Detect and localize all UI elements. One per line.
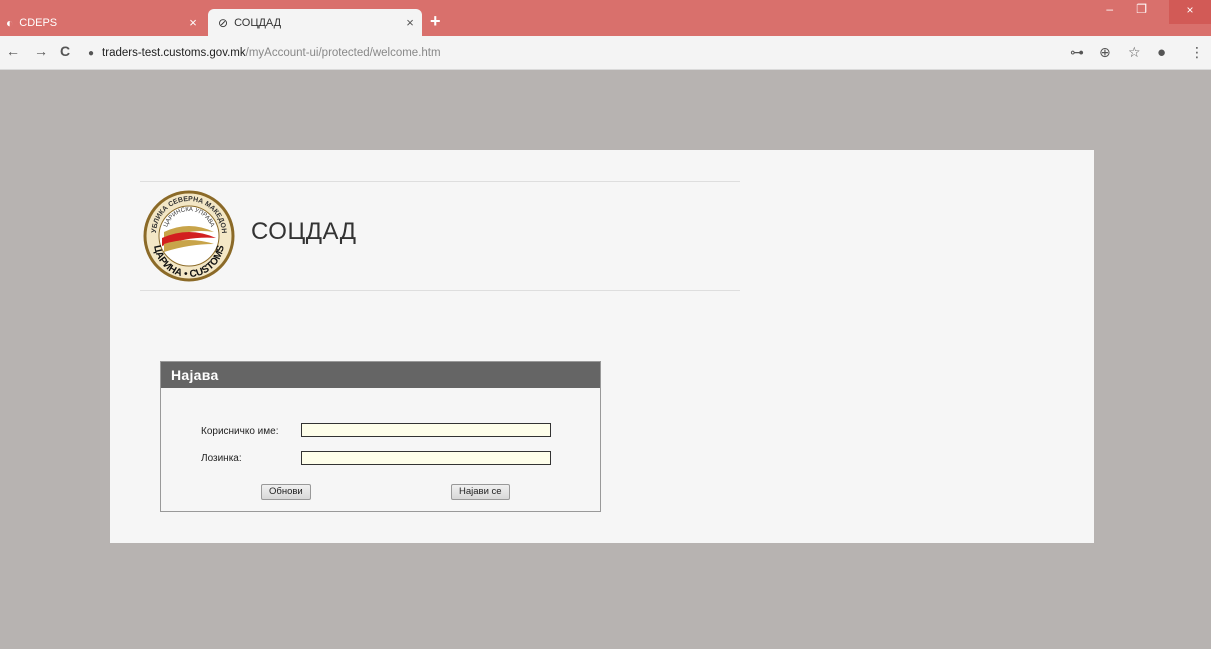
minimize-icon[interactable]: ‒	[1106, 2, 1113, 16]
tab-title: CDEPS	[19, 16, 58, 29]
tab-title: СОЦДАД	[234, 16, 282, 29]
new-tab-button[interactable]: +	[430, 11, 441, 32]
browser-tab-bar: ◐ CDEPS × ⊘ СОЦДАД × + ‒ ❐ ×	[0, 0, 1211, 36]
zoom-icon[interactable]: ⊕	[1099, 44, 1111, 61]
page-title: СОЦДАД	[251, 218, 357, 245]
globe-icon: ◐	[6, 15, 14, 30]
tab-cdeps[interactable]: ◐ CDEPS ×	[0, 9, 205, 36]
window-close-button[interactable]: ×	[1169, 0, 1211, 24]
tab-socdad[interactable]: ⊘ СОЦДАД ×	[208, 9, 422, 36]
main-panel: РЕПУБЛИКА СЕВЕРНА МАКЕДОНИЈА ЦАРИНСКА УП…	[110, 150, 1094, 543]
forward-icon[interactable]: →	[34, 43, 48, 59]
username-field[interactable]	[301, 423, 551, 437]
bookmark-star-icon[interactable]: ☆	[1128, 44, 1141, 61]
login-header: Најава	[161, 362, 600, 388]
reload-icon[interactable]: C	[60, 43, 70, 59]
refresh-button[interactable]: Обнови	[261, 484, 311, 500]
restore-icon[interactable]: ❐	[1136, 2, 1147, 16]
close-tab-icon[interactable]: ×	[398, 15, 422, 30]
login-submit-button[interactable]: Најави се	[451, 484, 510, 500]
key-icon[interactable]: ⊶	[1070, 44, 1084, 61]
lock-icon: ●	[88, 47, 95, 59]
url-path: /myAccount-ui/protected/welcome.htm	[245, 47, 441, 59]
divider	[140, 290, 740, 291]
divider	[140, 181, 740, 182]
customs-logo: РЕПУБЛИКА СЕВЕРНА МАКЕДОНИЈА ЦАРИНСКА УП…	[142, 184, 235, 282]
close-tab-icon[interactable]: ×	[181, 15, 205, 30]
login-form: Најава Корисничко име: Лозинка: Обнови Н…	[160, 361, 601, 512]
profile-icon[interactable]: ●	[1157, 44, 1166, 61]
browser-toolbar: ← → C ● traders-test.customs.gov.mk/myAc…	[0, 36, 1211, 70]
address-bar[interactable]: ● traders-test.customs.gov.mk/myAccount-…	[88, 41, 1068, 65]
username-label: Корисничко име:	[201, 426, 279, 437]
password-label: Лозинка:	[201, 453, 242, 464]
password-field[interactable]	[301, 451, 551, 465]
back-icon[interactable]: ←	[6, 43, 20, 59]
menu-icon[interactable]: ⋮	[1190, 44, 1204, 61]
url-host: traders-test.customs.gov.mk	[102, 47, 246, 59]
globe-icon: ⊘	[218, 15, 229, 30]
